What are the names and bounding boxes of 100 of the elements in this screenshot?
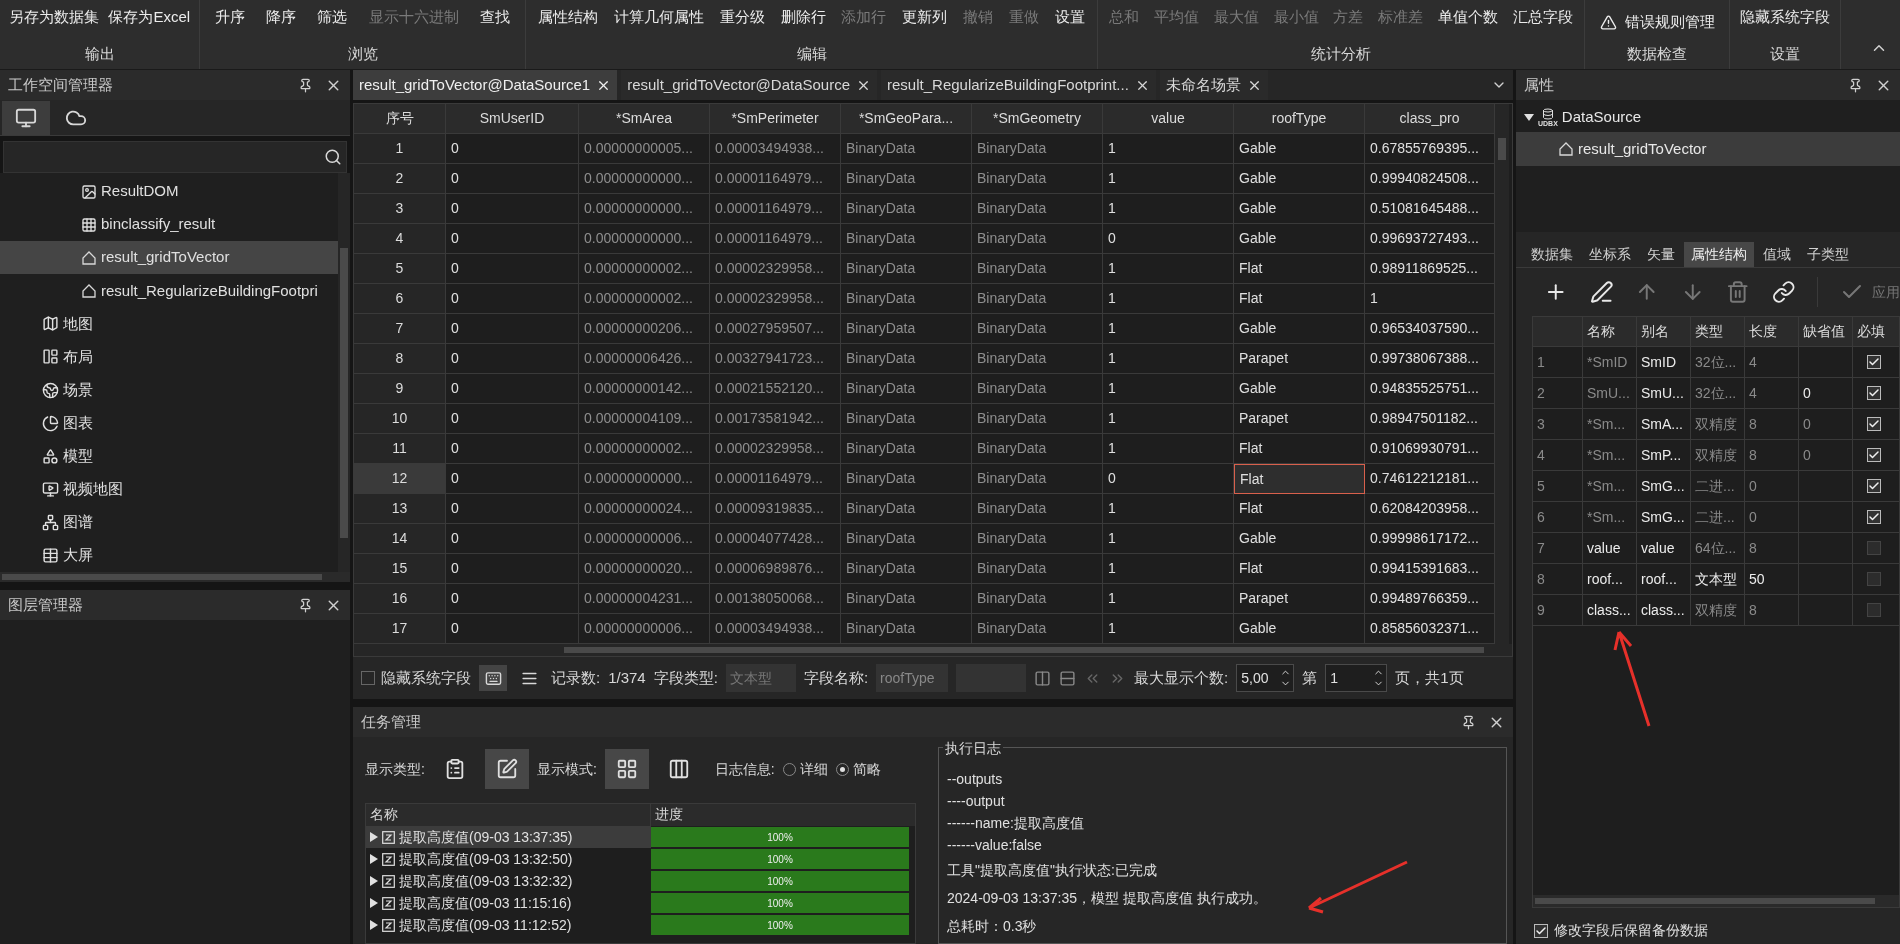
row-number[interactable]: 11 xyxy=(354,434,446,464)
ribbon-button[interactable]: 重分级 xyxy=(716,5,768,29)
checkbox-label[interactable]: 修改字段后保留备份数据 xyxy=(1554,920,1708,941)
tree-item[interactable]: result_RegularizeBuildingFootpri xyxy=(0,274,338,308)
row-number[interactable]: 8 xyxy=(354,344,446,374)
ribbon-button[interactable]: 保存为Excel xyxy=(105,5,194,29)
scrollbar[interactable] xyxy=(338,173,350,572)
scrollbar[interactable] xyxy=(354,644,1512,656)
ribbon-button[interactable]: 另存为数据集 xyxy=(5,5,102,29)
task-row[interactable]: 提取高度值(09-03 11:15:16) xyxy=(366,892,651,914)
tree-item[interactable]: ResultDOM xyxy=(0,175,338,209)
expand-icon[interactable] xyxy=(370,876,378,886)
document-tab[interactable]: result_RegularizeBuildingFootprint... xyxy=(881,70,1156,100)
column-header[interactable]: SmUserID xyxy=(446,104,579,134)
view-button[interactable] xyxy=(479,665,507,691)
column-header[interactable]: 类型 xyxy=(1691,317,1745,347)
expand-icon[interactable] xyxy=(370,832,378,842)
tab[interactable]: 属性结构 xyxy=(1684,242,1754,267)
row-number[interactable]: 9 xyxy=(354,374,446,404)
display-mode-button[interactable] xyxy=(604,749,649,789)
checkbox[interactable] xyxy=(1867,541,1881,555)
row-number[interactable]: 13 xyxy=(354,494,446,524)
row-number[interactable]: 7 xyxy=(354,314,446,344)
error-rules-button[interactable]: 错误规则管理 xyxy=(1595,7,1719,37)
column-header[interactable]: 必填 xyxy=(1853,317,1899,347)
row-number[interactable]: 15 xyxy=(354,554,446,584)
ribbon-button[interactable]: 汇总字段 xyxy=(1509,5,1576,29)
column-header[interactable]: value xyxy=(1103,104,1234,134)
scrollbar-thumb[interactable] xyxy=(564,647,1484,653)
task-row[interactable]: 提取高度值(09-03 13:37:35) xyxy=(366,826,651,848)
row-number[interactable]: 14 xyxy=(354,524,446,554)
scrollbar[interactable] xyxy=(1495,104,1509,644)
max-display-spinner[interactable]: 5,00 xyxy=(1236,664,1295,692)
row-number[interactable]: 2 xyxy=(354,164,446,194)
ribbon-button[interactable]: 属性结构 xyxy=(534,5,601,29)
column-header[interactable]: 进度 xyxy=(651,804,915,826)
row-number[interactable]: 12 xyxy=(354,464,446,494)
row-number[interactable]: 3 xyxy=(354,194,446,224)
pen-icon[interactable] xyxy=(1589,280,1613,304)
tab[interactable]: 数据集 xyxy=(1524,242,1580,267)
column-header[interactable]: 别名 xyxy=(1637,317,1691,347)
tree-item[interactable]: DataSource xyxy=(1561,105,1642,129)
tree-item[interactable]: 地图 xyxy=(0,307,338,341)
tree-item[interactable]: 场景 xyxy=(0,373,338,407)
search-field[interactable] xyxy=(3,141,347,173)
ribbon-button[interactable]: 设置 xyxy=(1051,5,1088,29)
scrollbar-thumb[interactable] xyxy=(2,574,322,580)
scrollbar-thumb[interactable] xyxy=(1498,138,1506,160)
tree-item[interactable]: 图谱 xyxy=(0,505,338,539)
radio-label[interactable]: 详细 xyxy=(799,758,828,780)
document-tab[interactable]: result_gridToVector@DataSource1 xyxy=(353,70,618,100)
display-type-button[interactable] xyxy=(484,749,529,789)
checkbox[interactable] xyxy=(1867,448,1881,462)
pin-icon[interactable] xyxy=(298,597,313,613)
link-icon[interactable] xyxy=(1771,280,1795,304)
row-number[interactable]: 10 xyxy=(354,404,446,434)
document-tab[interactable]: 未命名场景 xyxy=(1159,70,1268,100)
checkbox[interactable] xyxy=(1867,603,1881,617)
scrollbar[interactable] xyxy=(0,572,350,582)
row-number[interactable]: 4 xyxy=(354,224,446,254)
pin-icon[interactable] xyxy=(1848,77,1863,93)
tab[interactable]: 子类型 xyxy=(1800,242,1856,267)
checkbox[interactable] xyxy=(1867,417,1881,431)
panel-tab[interactable] xyxy=(2,101,50,135)
ribbon-button[interactable]: 升序 xyxy=(211,5,248,29)
search-icon[interactable] xyxy=(324,148,342,166)
row-number[interactable]: 17 xyxy=(354,614,446,644)
expand-icon[interactable] xyxy=(370,920,378,930)
tree-item[interactable]: 大屏 xyxy=(0,538,338,572)
column-header[interactable]: 长度 xyxy=(1745,317,1799,347)
tree-item[interactable]: result_gridToVector xyxy=(0,241,338,275)
radio-label[interactable]: 简略 xyxy=(852,758,881,780)
ribbon-button[interactable]: 更新列 xyxy=(899,5,951,29)
ribbon-button[interactable]: 降序 xyxy=(263,5,300,29)
expand-icon[interactable] xyxy=(370,854,378,864)
tab[interactable]: 坐标系 xyxy=(1582,242,1638,267)
tree-item[interactable]: 图表 xyxy=(0,406,338,440)
tree-item[interactable]: result_gridToVector xyxy=(1516,132,1900,166)
expand-icon[interactable] xyxy=(1524,112,1534,122)
row-number[interactable]: 16 xyxy=(354,584,446,614)
pin-icon[interactable] xyxy=(298,77,313,93)
checkbox-label[interactable]: 隐藏系统字段 xyxy=(381,666,471,690)
tab[interactable]: 矢量 xyxy=(1640,242,1682,267)
ribbon-button[interactable]: 单值个数 xyxy=(1434,5,1501,29)
checkbox[interactable] xyxy=(1534,923,1548,938)
ribbon-button[interactable]: 删除行 xyxy=(777,5,829,29)
columns-icon[interactable] xyxy=(1034,669,1052,687)
tree-item[interactable]: 模型 xyxy=(0,439,338,473)
task-row[interactable]: 提取高度值(09-03 13:32:32) xyxy=(366,870,651,892)
field-name-field[interactable]: roofType xyxy=(876,664,949,692)
tab[interactable]: 值域 xyxy=(1756,242,1798,267)
page-spinner[interactable]: 1 xyxy=(1325,664,1388,692)
task-row[interactable]: 提取高度值(09-03 13:32:50) xyxy=(366,848,651,870)
ribbon-button[interactable]: 计算几何属性 xyxy=(610,5,707,29)
checkbox[interactable] xyxy=(1867,572,1881,586)
ribbon-button[interactable]: 筛选 xyxy=(314,5,351,29)
tree-item[interactable]: 视频地图 xyxy=(0,472,338,506)
rows-icon[interactable] xyxy=(1059,669,1077,687)
task-row[interactable]: 提取高度值(09-03 11:12:52) xyxy=(366,914,651,936)
checkbox[interactable] xyxy=(1867,355,1881,369)
